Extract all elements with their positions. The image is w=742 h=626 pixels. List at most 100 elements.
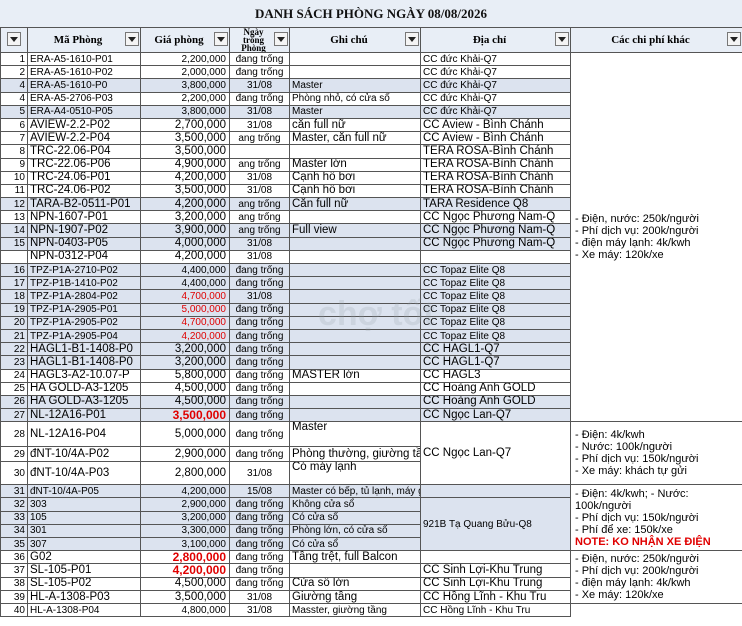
cell-price[interactable]: 2,000,000 — [140, 65, 230, 80]
cell-room-code[interactable]: NL-12A16-P04 — [27, 421, 141, 448]
cell-address[interactable]: 921B Tạ Quang Bửu-Q8 — [420, 497, 571, 552]
cell-no[interactable]: 4 — [0, 91, 28, 106]
cell-no[interactable] — [0, 249, 28, 265]
cell-price[interactable]: 4,900,000 — [140, 157, 230, 172]
cell-note[interactable] — [289, 289, 421, 304]
cell-no[interactable]: 39 — [0, 589, 28, 605]
cell-no[interactable]: 5 — [0, 104, 28, 119]
cell-vacancy-date[interactable]: 31/08 — [229, 117, 290, 133]
cell-price[interactable]: 3,500,000 — [140, 131, 230, 146]
cell-room-code[interactable]: ERA-A5-1610-P01 — [27, 51, 141, 67]
cell-note[interactable]: Cạnh hồ bơi — [289, 170, 421, 185]
cell-vacancy-date[interactable]: 31/08 — [229, 236, 290, 251]
cell-no[interactable]: 8 — [0, 144, 28, 159]
cell-no[interactable]: 21 — [0, 328, 28, 344]
cell-note[interactable]: Master lớn — [289, 157, 421, 172]
cell-no[interactable]: 7 — [0, 131, 28, 146]
cell-vacancy-date[interactable]: đang trống — [229, 523, 290, 539]
cell-vacancy-date[interactable]: 31/08 — [229, 461, 290, 486]
cell-note[interactable] — [289, 51, 421, 67]
cell-address[interactable]: CC Sinh Lợi-Khu Trung — [420, 576, 571, 591]
cell-vacancy-date[interactable]: 31/08 — [229, 170, 290, 185]
cell-address[interactable]: CC Topaz Elite Q8 — [420, 302, 571, 317]
cell-room-code[interactable]: NPN-0312-P04 — [27, 249, 141, 265]
cell-room-code[interactable]: TRC-24.06-P01 — [27, 170, 141, 185]
cell-price[interactable]: 2,800,000 — [140, 550, 230, 565]
cell-vacancy-date[interactable]: ang trống — [229, 197, 290, 212]
cell-note[interactable] — [289, 210, 421, 225]
cell-room-code[interactable]: TRC-22.06-P06 — [27, 157, 141, 172]
cell-note[interactable]: Có máy lạnh — [289, 461, 421, 486]
filter-dropdown-price[interactable] — [214, 32, 228, 46]
cell-address[interactable]: CC Hoàng Anh GOLD — [420, 381, 571, 396]
cell-note[interactable]: Cạnh hồ bơi — [289, 183, 421, 199]
table-row[interactable]: 1 ERA-A5-1610-P01 2,200,000 đang trống CC đứ… — [0, 51, 742, 423]
cell-room-code[interactable]: NL-12A16-P01 — [27, 408, 141, 423]
cell-price[interactable]: 3,200,000 — [140, 510, 230, 525]
cell-address[interactable]: CC Hồng Lĩnh - Khu Tru — [420, 589, 571, 605]
cell-note[interactable] — [289, 328, 421, 344]
cell-note[interactable]: Không cửa sổ — [289, 497, 421, 512]
cell-note[interactable] — [289, 381, 421, 396]
cell-vacancy-date[interactable]: đang trống — [229, 65, 290, 80]
cell-vacancy-date[interactable]: đang trống — [229, 497, 290, 512]
cell-no[interactable]: 19 — [0, 302, 28, 317]
cell-note[interactable]: Phòng thường, giường tầng, có máy lạnh — [289, 446, 421, 463]
cell-address[interactable]: CC Topaz Elite Q8 — [420, 262, 571, 278]
cell-vacancy-date[interactable]: đang trống — [229, 342, 290, 357]
cell-address[interactable]: CC đức Khải-Q7 — [420, 91, 571, 106]
cell-vacancy-date[interactable]: ang trống — [229, 157, 290, 172]
cell-vacancy-date[interactable]: 31/08 — [229, 104, 290, 119]
table-row[interactable]: 31 đNT-10/4A-P05 4,200,000 15/08 Master có b… — [0, 484, 742, 552]
cell-vacancy-date[interactable]: đang trống — [229, 510, 290, 525]
cell-price[interactable]: 4,200,000 — [140, 249, 230, 265]
cell-address[interactable]: CC Topaz Elite Q8 — [420, 276, 571, 291]
cell-room-code[interactable]: ERA-A5-1610-P0 — [27, 78, 141, 93]
cell-room-code[interactable]: NPN-1607-P01 — [27, 210, 141, 225]
cell-room-code[interactable]: HAGL1-B1-1408-P0 — [27, 342, 141, 357]
cell-room-code[interactable]: AVIEW-2.2-P02 — [27, 117, 141, 133]
cell-note[interactable] — [289, 276, 421, 291]
cell-vacancy-date[interactable]: 31/08 — [229, 603, 290, 618]
cell-room-code[interactable]: TPZ-P1B-1410-P02 — [27, 276, 141, 291]
cell-address[interactable]: CC đức Khải-Q7 — [420, 78, 571, 93]
cell-vacancy-date[interactable]: đang trống — [229, 276, 290, 291]
cell-vacancy-date[interactable]: đang trống — [229, 576, 290, 591]
cell-address[interactable]: TERA ROSA-Bình Chánh — [420, 157, 571, 172]
cell-note[interactable] — [289, 144, 421, 159]
cell-room-code[interactable]: TPZ-P1A-2905-P01 — [27, 302, 141, 317]
header-other[interactable]: Các chi phí khác — [570, 27, 742, 53]
filter-dropdown-other[interactable] — [727, 32, 741, 46]
cell-no[interactable]: 16 — [0, 262, 28, 278]
cell-vacancy-date[interactable]: đang trống — [229, 536, 290, 552]
cell-note[interactable]: Master — [289, 104, 421, 119]
cell-no[interactable]: 35 — [0, 536, 28, 552]
cell-note[interactable]: Giường tầng — [289, 589, 421, 605]
cell-vacancy-date[interactable]: đang trống — [229, 446, 290, 463]
cell-price[interactable]: 2,200,000 — [140, 51, 230, 67]
cell-no[interactable]: 18 — [0, 289, 28, 304]
cell-no[interactable]: 13 — [0, 210, 28, 225]
cell-note[interactable]: Masster, giường tầng — [289, 603, 421, 618]
cell-address[interactable]: TARA Residence Q8 — [420, 197, 571, 212]
cell-no[interactable]: 6 — [0, 117, 28, 133]
table-row[interactable]: 40 HL-A-1308-P04 4,800,000 31/08 Masster, gi… — [0, 603, 742, 618]
cell-vacancy-date[interactable]: ang trống — [229, 210, 290, 225]
cell-price[interactable]: 4,700,000 — [140, 289, 230, 304]
cell-address[interactable]: CC đức Khải-Q7 — [420, 51, 571, 67]
cell-no[interactable]: 12 — [0, 197, 28, 212]
cell-price[interactable]: 2,900,000 — [140, 446, 230, 463]
cell-note[interactable]: Cửa sổ lớn — [289, 576, 421, 591]
cell-no[interactable]: 15 — [0, 236, 28, 251]
cell-no[interactable]: 37 — [0, 563, 28, 578]
cell-room-code[interactable]: ERA-A4-0510-P05 — [27, 104, 141, 119]
cell-no[interactable]: 17 — [0, 276, 28, 291]
cell-price[interactable]: 3,500,000 — [140, 144, 230, 159]
cell-vacancy-date[interactable]: đang trống — [229, 550, 290, 565]
cell-vacancy-date[interactable]: 31/08 — [229, 78, 290, 93]
cell-price[interactable]: 4,400,000 — [140, 276, 230, 291]
cell-price[interactable]: 3,200,000 — [140, 210, 230, 225]
cell-no[interactable]: 28 — [0, 421, 28, 448]
cell-note[interactable]: căn full nữ — [289, 117, 421, 133]
cell-room-code[interactable]: 301 — [27, 523, 141, 539]
